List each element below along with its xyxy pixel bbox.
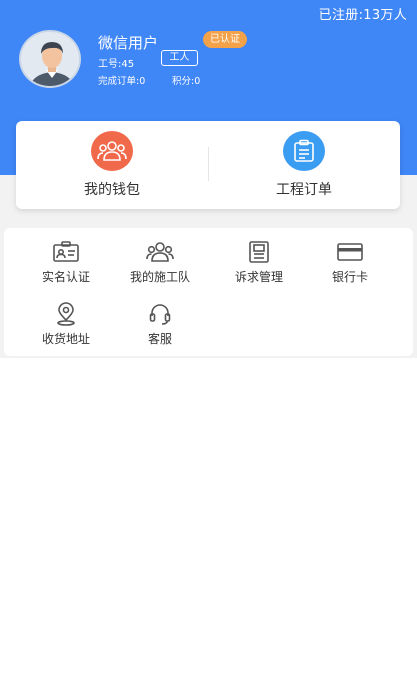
document-icon: [249, 241, 269, 263]
id-card-icon: [53, 241, 79, 262]
my-wallet-button[interactable]: 我的钱包: [16, 121, 208, 209]
team-icon: [97, 141, 127, 161]
registered-count: 已注册:13万人: [318, 8, 407, 23]
verified-badge: 已认证: [203, 31, 247, 48]
my-wallet-label: 我的钱包: [84, 182, 140, 198]
menu-panel: 实名认证 我的施工队 诉求管理 银行卡 收货地址 客服: [4, 228, 413, 356]
user-avatar-icon: [21, 32, 79, 86]
orders-icon-circle: [283, 131, 325, 171]
team-icon: [146, 242, 174, 262]
points: 积分:0: [172, 76, 201, 87]
worker-id: 工号:45: [98, 59, 135, 70]
menu-label: 我的施工队: [129, 270, 190, 284]
profile-page: 已注册:13万人 微信用户 已认证 工人 工号:45 完成订单:0 积分:0 我…: [0, 0, 417, 686]
menu-label: 银行卡: [331, 270, 368, 284]
wallet-icon-circle: [91, 131, 133, 171]
location-pin-icon: [57, 302, 75, 326]
completed-orders: 完成订单:0: [98, 76, 146, 87]
clipboard-icon: [294, 139, 314, 162]
menu-item-real-name-auth[interactable]: 实名认证: [15, 228, 117, 286]
menu-item-customer-service[interactable]: 客服: [109, 290, 211, 348]
avatar[interactable]: [19, 30, 81, 88]
menu-item-appeal-management[interactable]: 诉求管理: [208, 228, 310, 286]
menu-label: 诉求管理: [234, 270, 283, 284]
menu-label: 客服: [147, 332, 172, 346]
menu-item-bank-card[interactable]: 银行卡: [299, 228, 401, 286]
quick-action-card: 我的钱包 工程订单: [16, 121, 400, 209]
menu-label: 收货地址: [41, 332, 90, 346]
role-tag: 工人: [161, 50, 198, 66]
user-name: 微信用户: [98, 34, 159, 52]
menu-item-my-team[interactable]: 我的施工队: [109, 228, 211, 286]
project-orders-button[interactable]: 工程订单: [208, 121, 400, 209]
project-orders-label: 工程订单: [276, 182, 332, 198]
menu-label: 实名认证: [41, 270, 90, 284]
headset-icon: [149, 304, 171, 325]
menu-item-shipping-address[interactable]: 收货地址: [15, 290, 117, 348]
bank-card-icon: [337, 243, 363, 261]
